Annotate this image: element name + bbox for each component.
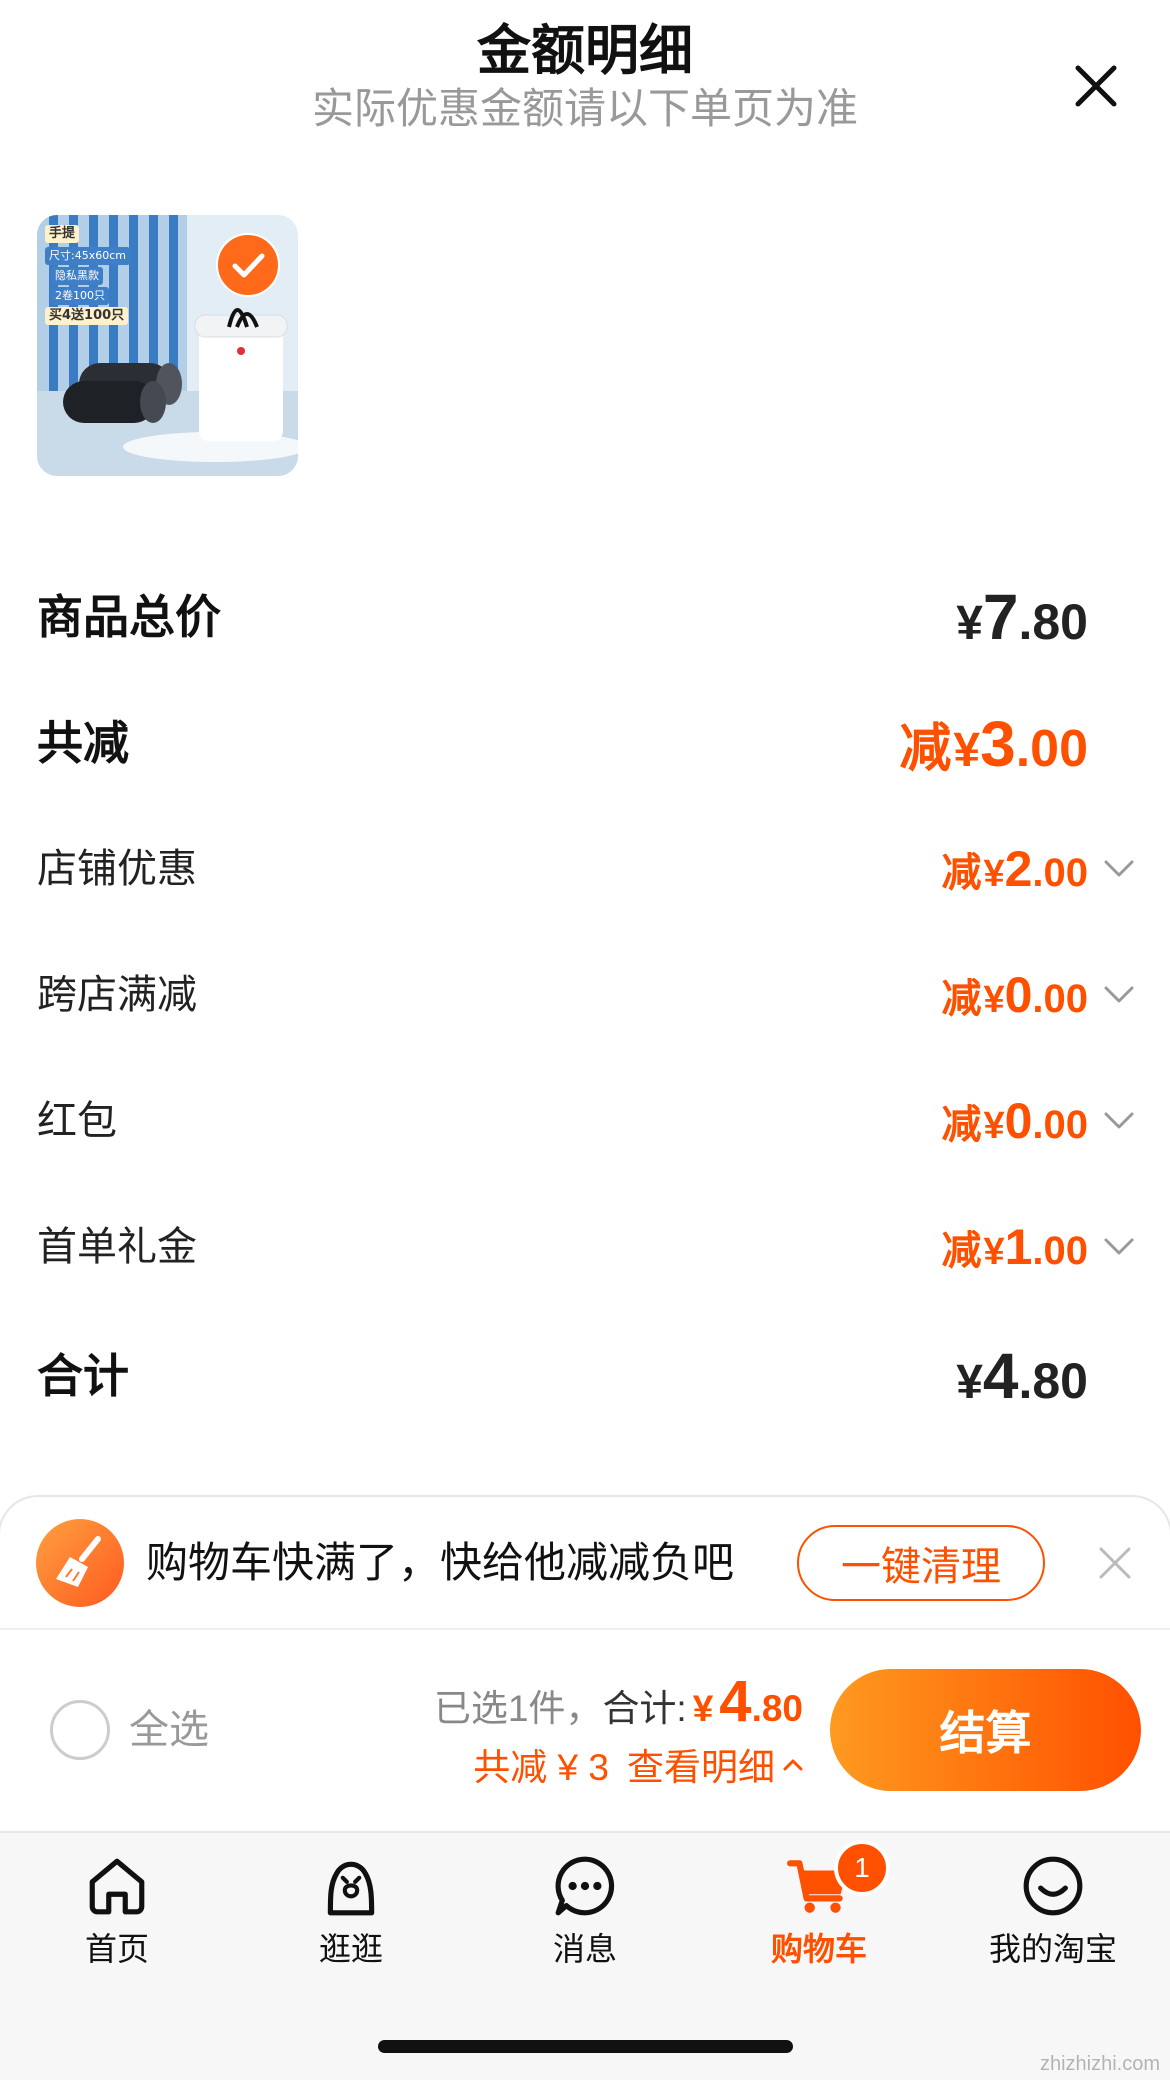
price-integer: 4 <box>719 1669 752 1734</box>
guangguang-icon <box>327 1861 375 1916</box>
checkout-button[interactable]: 结算 <box>830 1669 1141 1791</box>
discount-value: 减 ¥ 0 .00 <box>941 966 1088 1024</box>
price-decimal: .00 <box>1032 977 1088 1021</box>
price-integer: 1 <box>1004 1219 1033 1275</box>
grand-total-value: ¥ 4 .80 <box>956 1339 1088 1413</box>
price-integer: 7 <box>982 581 1019 653</box>
row-red-packet[interactable]: 红包 减 ¥ 0 .00 <box>37 1076 1088 1166</box>
discount-prefix: 减 <box>941 851 982 895</box>
page-subtitle: 实际优惠金额请以下单页为准 <box>311 85 858 132</box>
total-discount-value: 减 ¥ 3 .00 <box>899 706 1088 781</box>
view-detail-link[interactable]: 查看明细 <box>627 1737 775 1791</box>
home-icon <box>89 1858 145 1915</box>
tab-label: 首页 <box>84 1931 149 1967</box>
page-title: 金额明细 <box>477 21 693 81</box>
currency-symbol: ¥ <box>983 1105 1005 1147</box>
discount-label: 红包 <box>37 1099 117 1143</box>
price-integer: 0 <box>1004 967 1033 1023</box>
discount-summary-text: 共减 ¥ 3 <box>473 1747 609 1788</box>
product-tag-promo: 买4送100只 <box>45 307 129 325</box>
row-first-order-gift[interactable]: 首单礼金 减 ¥ 1 .00 <box>37 1202 1088 1292</box>
currency-symbol: ¥ <box>983 979 1005 1021</box>
product-tag-size: 尺寸:45x60cm <box>45 247 130 265</box>
discount-label: 跨店满减 <box>37 973 197 1017</box>
discount-prefix: 减 <box>899 719 952 778</box>
select-all-radio[interactable] <box>50 1700 110 1760</box>
discount-value: 减 ¥ 2 .00 <box>941 840 1088 898</box>
price-decimal: .80 <box>1018 594 1088 650</box>
row-cross-store-discount[interactable]: 跨店满减 减 ¥ 0 .00 <box>37 950 1088 1040</box>
row-grand-total: 合计 ¥ 4 .80 <box>37 1331 1088 1421</box>
discount-value: 减 ¥ 0 .00 <box>941 1092 1088 1150</box>
price-integer: 2 <box>1004 841 1033 897</box>
discount-label: 店铺优惠 <box>37 847 197 891</box>
chevron-down-icon[interactable] <box>1103 859 1135 879</box>
tab-label: 我的淘宝 <box>988 1931 1117 1967</box>
check-circle-icon[interactable] <box>215 232 281 298</box>
watermark: zhizhizhi.com <box>1039 2053 1160 2075</box>
chevron-down-icon[interactable] <box>1103 985 1135 1005</box>
cart-badge: 1 <box>834 1840 890 1896</box>
discount-prefix: 减 <box>941 1229 982 1273</box>
close-icon[interactable] <box>1072 62 1120 110</box>
price-decimal: .00 <box>1032 851 1088 895</box>
home-indicator[interactable] <box>378 2040 793 2053</box>
price-integer: 4 <box>982 1340 1019 1412</box>
price-decimal: .80 <box>751 1688 803 1729</box>
tab-label: 购物车 <box>770 1931 867 1967</box>
tab-cart[interactable]: 购物车 <box>702 1833 936 1983</box>
row-total-discount: 共减 减 ¥ 3 .00 <box>37 698 1088 788</box>
select-all-label[interactable]: 全选 <box>129 1708 209 1752</box>
divider <box>0 1628 1170 1630</box>
tab-my-taobao[interactable]: 我的淘宝 <box>936 1833 1170 1983</box>
total-price-label: 商品总价 <box>37 591 221 643</box>
chevron-up-icon[interactable] <box>783 1757 803 1771</box>
tab-messages[interactable]: 消息 <box>468 1833 702 1983</box>
chevron-down-icon[interactable] <box>1103 1237 1135 1257</box>
currency-symbol: ¥ <box>983 853 1005 895</box>
price-integer: 0 <box>1004 1093 1033 1149</box>
currency-symbol: ¥ <box>983 1231 1005 1273</box>
discount-value: 减 ¥ 1 .00 <box>941 1218 1088 1276</box>
tab-label: 逛逛 <box>318 1931 383 1967</box>
currency-symbol: ¥ <box>692 1688 714 1729</box>
currency-symbol: ¥ <box>953 723 981 777</box>
currency-symbol: ¥ <box>956 1356 983 1409</box>
row-total-price: 商品总价 ¥ 7 .80 <box>37 572 1088 662</box>
price-decimal: .80 <box>1018 1353 1088 1409</box>
grand-total-label: 合计 <box>37 1350 129 1402</box>
price-integer: 3 <box>980 707 1016 780</box>
cart-full-message: 购物车快满了，快给他减减负吧 <box>146 1539 735 1586</box>
total-price-value: ¥ 7 .80 <box>956 580 1088 654</box>
product-tag-count: 2卷100只 <box>51 287 109 305</box>
tab-guangguang[interactable]: 逛逛 <box>234 1833 468 1983</box>
discount-prefix: 减 <box>941 977 982 1021</box>
discount-prefix: 减 <box>941 1103 982 1147</box>
discount-label: 首单礼金 <box>37 1225 197 1269</box>
product-tag-handle: 手提 <box>45 225 80 243</box>
row-store-discount[interactable]: 店铺优惠 减 ¥ 2 .00 <box>37 824 1088 914</box>
broom-icon <box>36 1519 124 1607</box>
one-click-clean-button[interactable]: 一键清理 <box>797 1525 1045 1601</box>
product-tag-style: 隐私黑款 <box>51 267 103 285</box>
total-discount-label: 共减 <box>37 717 129 769</box>
message-icon <box>555 1856 615 1916</box>
currency-symbol: ¥ <box>956 597 983 650</box>
smile-icon <box>1023 1856 1083 1916</box>
tab-home[interactable]: 首页 <box>0 1833 234 1983</box>
total-label: 合计: <box>602 1688 687 1729</box>
tab-label: 消息 <box>552 1931 617 1967</box>
product-thumbnail[interactable]: 手提 尺寸:45x60cm 隐私黑款 2卷100只 买4送100只 <box>37 215 298 476</box>
price-decimal: .00 <box>1032 1229 1088 1273</box>
selected-count-text: 已选1件， <box>433 1688 603 1729</box>
chevron-down-icon[interactable] <box>1103 1111 1135 1131</box>
close-icon[interactable] <box>1096 1544 1134 1582</box>
price-decimal: .00 <box>1015 719 1088 778</box>
selected-summary: 已选1件， 合计: ¥ 4 .80 <box>434 1668 803 1734</box>
price-decimal: .00 <box>1032 1103 1088 1147</box>
discount-detail-row[interactable]: 共减 ¥ 3 查看明细 <box>473 1740 803 1788</box>
